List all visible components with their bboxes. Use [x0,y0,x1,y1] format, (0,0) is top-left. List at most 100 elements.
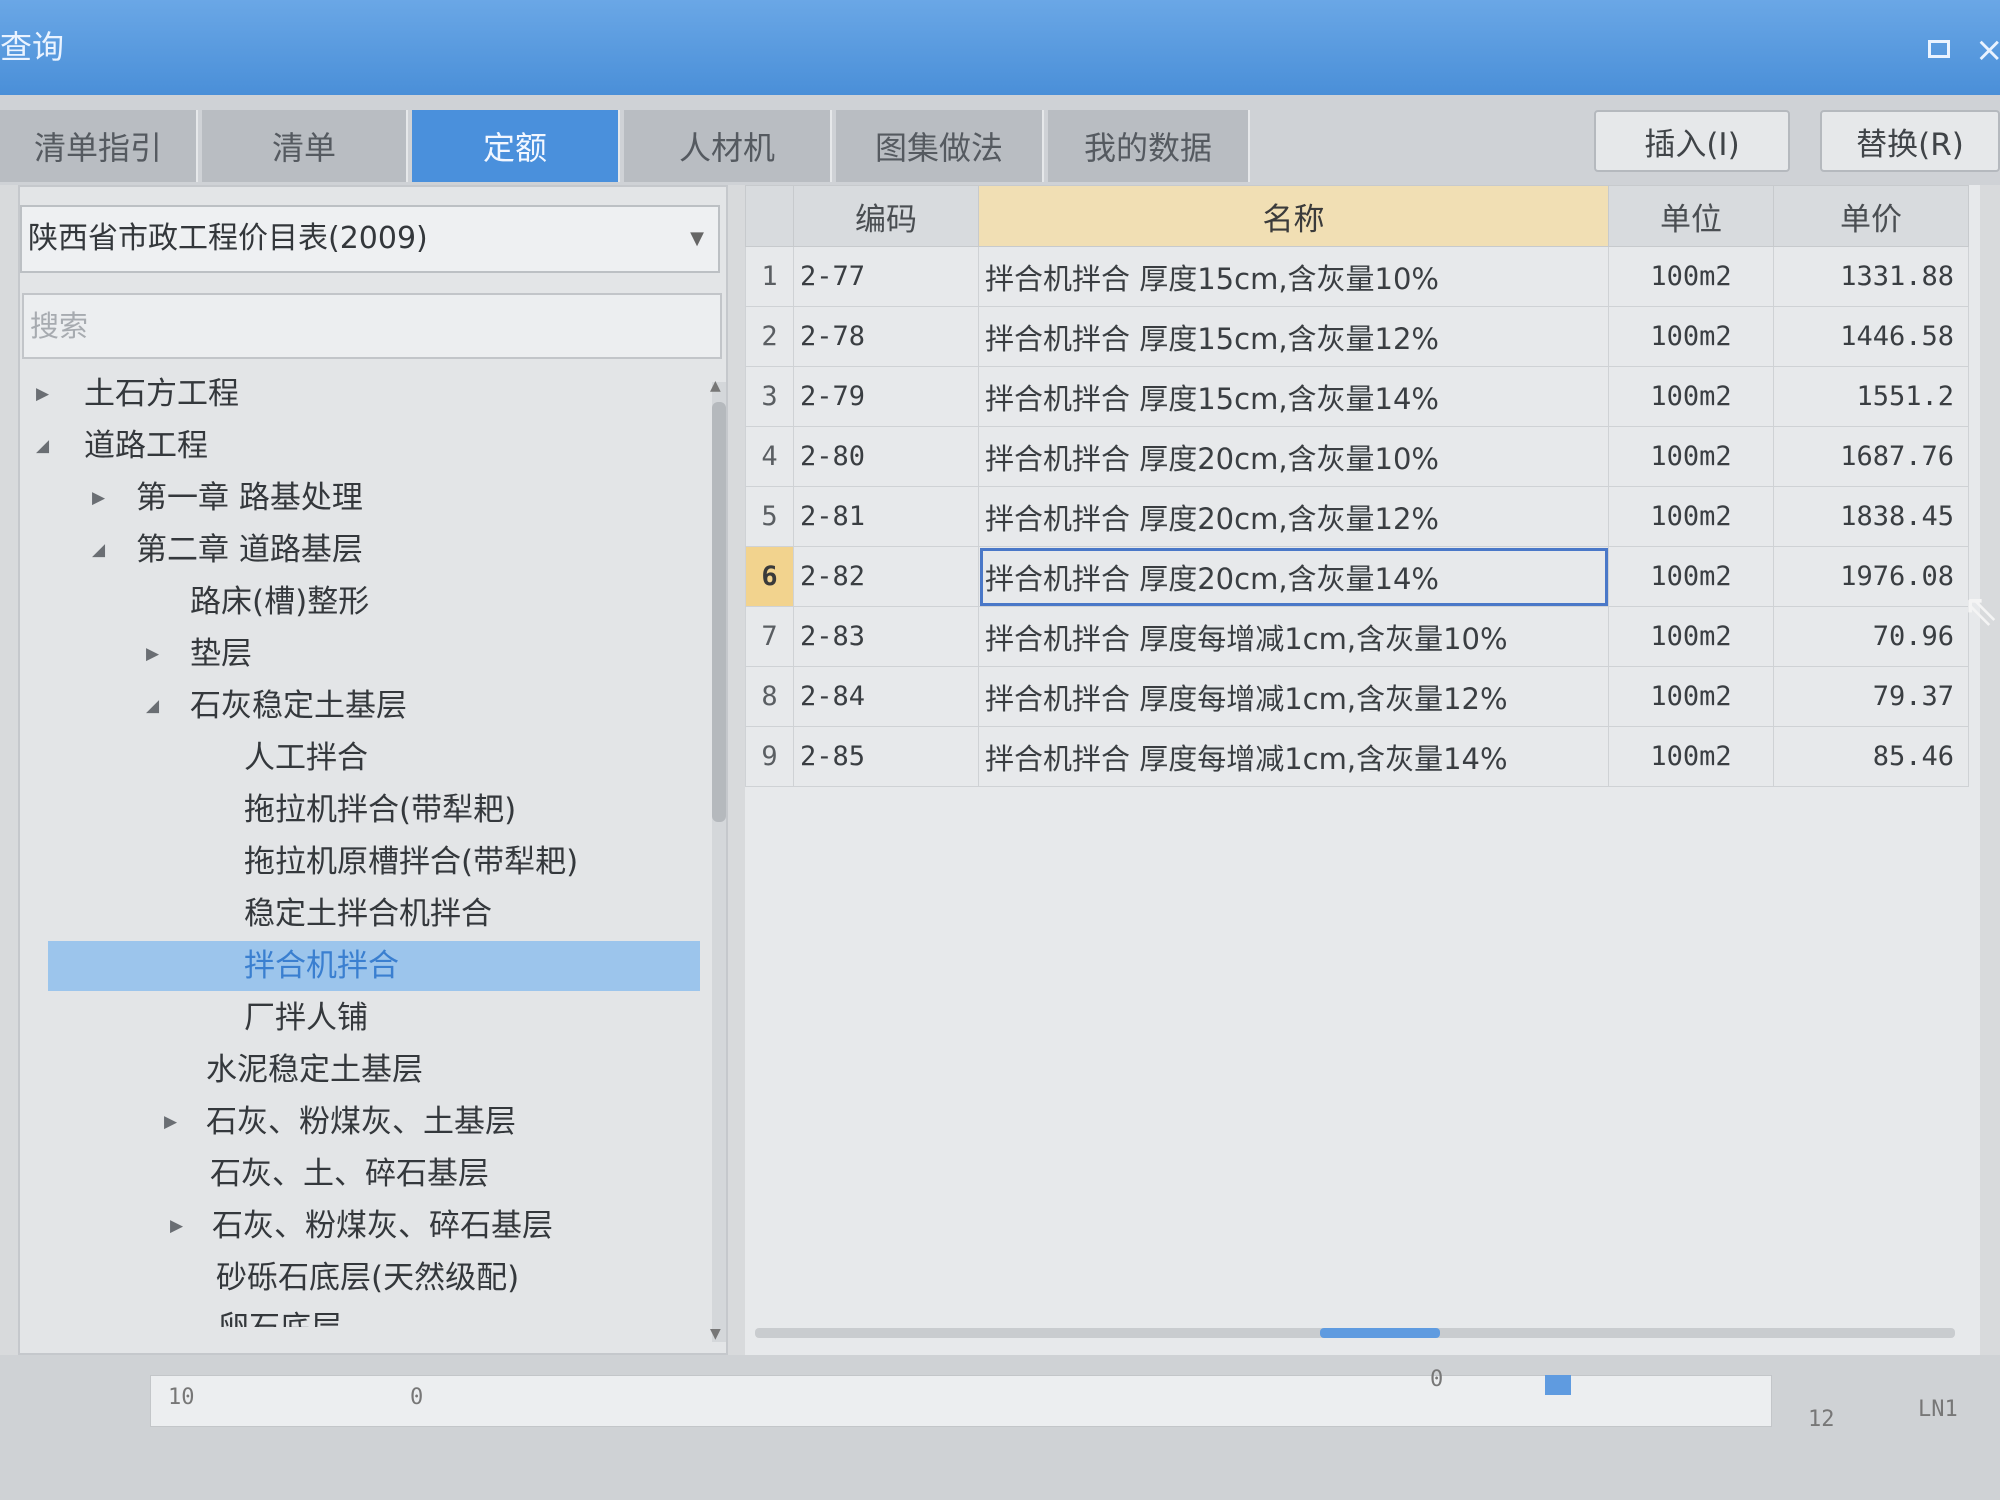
tree-node[interactable]: 石灰、土、碎石基层 [20,1149,700,1199]
collapse-icon[interactable]: ◢ [146,681,159,731]
tree-node[interactable]: ◢ 石灰稳定土基层 [20,681,700,731]
header-code[interactable]: 编码 [793,185,979,247]
tree-node[interactable]: 人工拌合 [20,733,700,783]
cell-unit[interactable]: 100m2 [1608,726,1774,787]
tree-node[interactable]: 砂砾石底层(天然级配) [20,1253,700,1303]
tree-node[interactable]: ▶ 石灰、粉煤灰、土基层 [20,1097,700,1147]
table-row[interactable]: 5 2-81 拌合机拌合 厚度20cm,含灰量12% 100m2 1838.45 [745,486,1969,547]
cell-price[interactable]: 1331.88 [1773,246,1969,307]
tab-my-data[interactable]: 我的数据 [1048,110,1250,182]
tree-scrollbar[interactable]: ▲ ▼ [710,378,726,1342]
expand-icon[interactable]: ▶ [36,369,49,419]
tree-node[interactable]: 拖拉机原槽拌合(带犁耙) [20,837,700,887]
checkbox-icon [1545,1375,1571,1395]
cell-name[interactable]: 拌合机拌合 厚度20cm,含灰量12% [978,486,1609,547]
tree-node-selected[interactable]: 拌合机拌合 [48,941,700,991]
row-number: 6 [745,546,794,607]
cell-price[interactable]: 1551.2 [1773,366,1969,427]
tree-node[interactable]: ▶ 土石方工程 [20,369,700,419]
cell-name[interactable]: 拌合机拌合 厚度20cm,含灰量10% [978,426,1609,487]
scroll-up-icon[interactable]: ▲ [710,378,721,394]
cell-price[interactable]: 1838.45 [1773,486,1969,547]
cell-name[interactable]: 拌合机拌合 厚度每增减1cm,含灰量12% [978,666,1609,727]
cell-name[interactable]: 拌合机拌合 厚度15cm,含灰量10% [978,246,1609,307]
scrollbar-thumb[interactable] [1320,1328,1440,1338]
tree-node-label: 道路工程 [84,428,208,464]
tab-bill[interactable]: 清单 [202,110,408,182]
tab-bill-guide[interactable]: 清单指引 [0,110,198,182]
tree-node[interactable]: 路床(槽)整形 [20,577,700,627]
cell-unit[interactable]: 100m2 [1608,366,1774,427]
cell-code[interactable]: 2-83 [793,606,979,667]
insert-button[interactable]: 插入(I) [1594,110,1790,172]
cell-unit[interactable]: 100m2 [1608,426,1774,487]
header-name[interactable]: 名称 [978,185,1609,247]
cell-price[interactable]: 1976.08 [1773,546,1969,607]
table-row[interactable]: 8 2-84 拌合机拌合 厚度每增减1cm,含灰量12% 100m2 79.37 [745,666,1969,727]
tree-node[interactable]: ◢ 第二章 道路基层 [20,525,700,575]
tree-node[interactable]: ▶ 第一章 路基处理 [20,473,700,523]
cell-price[interactable]: 1687.76 [1773,426,1969,487]
grid-scrollbar[interactable] [755,1328,1955,1338]
cell-code[interactable]: 2-85 [793,726,979,787]
cell-code[interactable]: 2-77 [793,246,979,307]
scrollbar-thumb[interactable] [712,402,726,822]
cell-price[interactable]: 79.37 [1773,666,1969,727]
tab-quota[interactable]: 定额 [412,110,620,182]
cell-name-focused[interactable]: 拌合机拌合 厚度20cm,含灰量14% [978,546,1609,607]
cell-code[interactable]: 2-81 [793,486,979,547]
library-select-value: 陕西省市政工程价目表(2009) [28,221,428,256]
cell-code[interactable]: 2-84 [793,666,979,727]
expand-icon[interactable]: ▶ [170,1201,183,1251]
cell-price[interactable]: 85.46 [1773,726,1969,787]
tree-node[interactable]: 厂拌人铺 [20,993,700,1043]
cell-price[interactable]: 70.96 [1773,606,1969,667]
collapse-icon[interactable]: ◢ [36,421,49,471]
cell-name[interactable]: 拌合机拌合 厚度15cm,含灰量12% [978,306,1609,367]
cell-unit[interactable]: 100m2 [1608,546,1774,607]
cell-code[interactable]: 2-80 [793,426,979,487]
table-row-current[interactable]: 6 2-82 拌合机拌合 厚度20cm,含灰量14% 100m2 1976.08 [745,546,1969,607]
tree-node[interactable]: ▶ 垫层 [20,629,700,679]
cell-name[interactable]: 拌合机拌合 厚度15cm,含灰量14% [978,366,1609,427]
expand-icon[interactable]: ▶ [146,629,159,679]
close-icon[interactable]: × [1975,30,2000,70]
library-select[interactable]: 陕西省市政工程价目表(2009) ▼ [20,205,720,273]
tree-node[interactable]: 拖拉机拌合(带犁耙) [20,785,700,835]
cell-code[interactable]: 2-79 [793,366,979,427]
table-row[interactable]: 1 2-77 拌合机拌合 厚度15cm,含灰量10% 100m2 1331.88 [745,246,1969,307]
tree-node[interactable]: ▶ 石灰、粉煤灰、碎石基层 [20,1201,700,1251]
expand-icon[interactable]: ▶ [164,1097,177,1147]
scroll-down-icon[interactable]: ▼ [710,1326,721,1342]
cell-name[interactable]: 拌合机拌合 厚度每增减1cm,含灰量10% [978,606,1609,667]
replace-button[interactable]: 替换(R) [1820,110,2000,172]
tab-strip: 清单指引 清单 定额 人材机 图集做法 我的数据 插入(I) 替换(R) [0,95,2000,185]
search-input[interactable]: 搜索 [22,293,722,359]
cell-unit[interactable]: 100m2 [1608,306,1774,367]
table-row[interactable]: 2 2-78 拌合机拌合 厚度15cm,含灰量12% 100m2 1446.58 [745,306,1969,367]
tree-node[interactable]: ◢ 道路工程 [20,421,700,471]
cell-price[interactable]: 1446.58 [1773,306,1969,367]
cell-unit[interactable]: 100m2 [1608,486,1774,547]
collapse-icon[interactable]: ◢ [92,525,105,575]
maximize-icon[interactable] [1928,40,1950,58]
tree-node[interactable]: 水泥稳定土基层 [20,1045,700,1095]
tree-node-label: 拌合机拌合 [244,948,399,984]
tab-atlas-method[interactable]: 图集做法 [836,110,1044,182]
cell-name[interactable]: 拌合机拌合 厚度每增减1cm,含灰量14% [978,726,1609,787]
cell-code[interactable]: 2-78 [793,306,979,367]
table-row[interactable]: 7 2-83 拌合机拌合 厚度每增减1cm,含灰量10% 100m2 70.96 [745,606,1969,667]
header-unit[interactable]: 单位 [1608,185,1774,247]
tab-labor-material-machine[interactable]: 人材机 [624,110,832,182]
tree-node[interactable]: 卵石底层 [20,1303,700,1327]
cell-code[interactable]: 2-82 [793,546,979,607]
tree-node[interactable]: 稳定土拌合机拌合 [20,889,700,939]
cell-unit[interactable]: 100m2 [1608,666,1774,727]
cell-unit[interactable]: 100m2 [1608,606,1774,667]
table-row[interactable]: 4 2-80 拌合机拌合 厚度20cm,含灰量10% 100m2 1687.76 [745,426,1969,487]
table-row[interactable]: 3 2-79 拌合机拌合 厚度15cm,含灰量14% 100m2 1551.2 [745,366,1969,427]
cell-unit[interactable]: 100m2 [1608,246,1774,307]
table-row[interactable]: 9 2-85 拌合机拌合 厚度每增减1cm,含灰量14% 100m2 85.46 [745,726,1969,787]
expand-icon[interactable]: ▶ [92,473,105,523]
header-price[interactable]: 单价 [1773,185,1969,247]
